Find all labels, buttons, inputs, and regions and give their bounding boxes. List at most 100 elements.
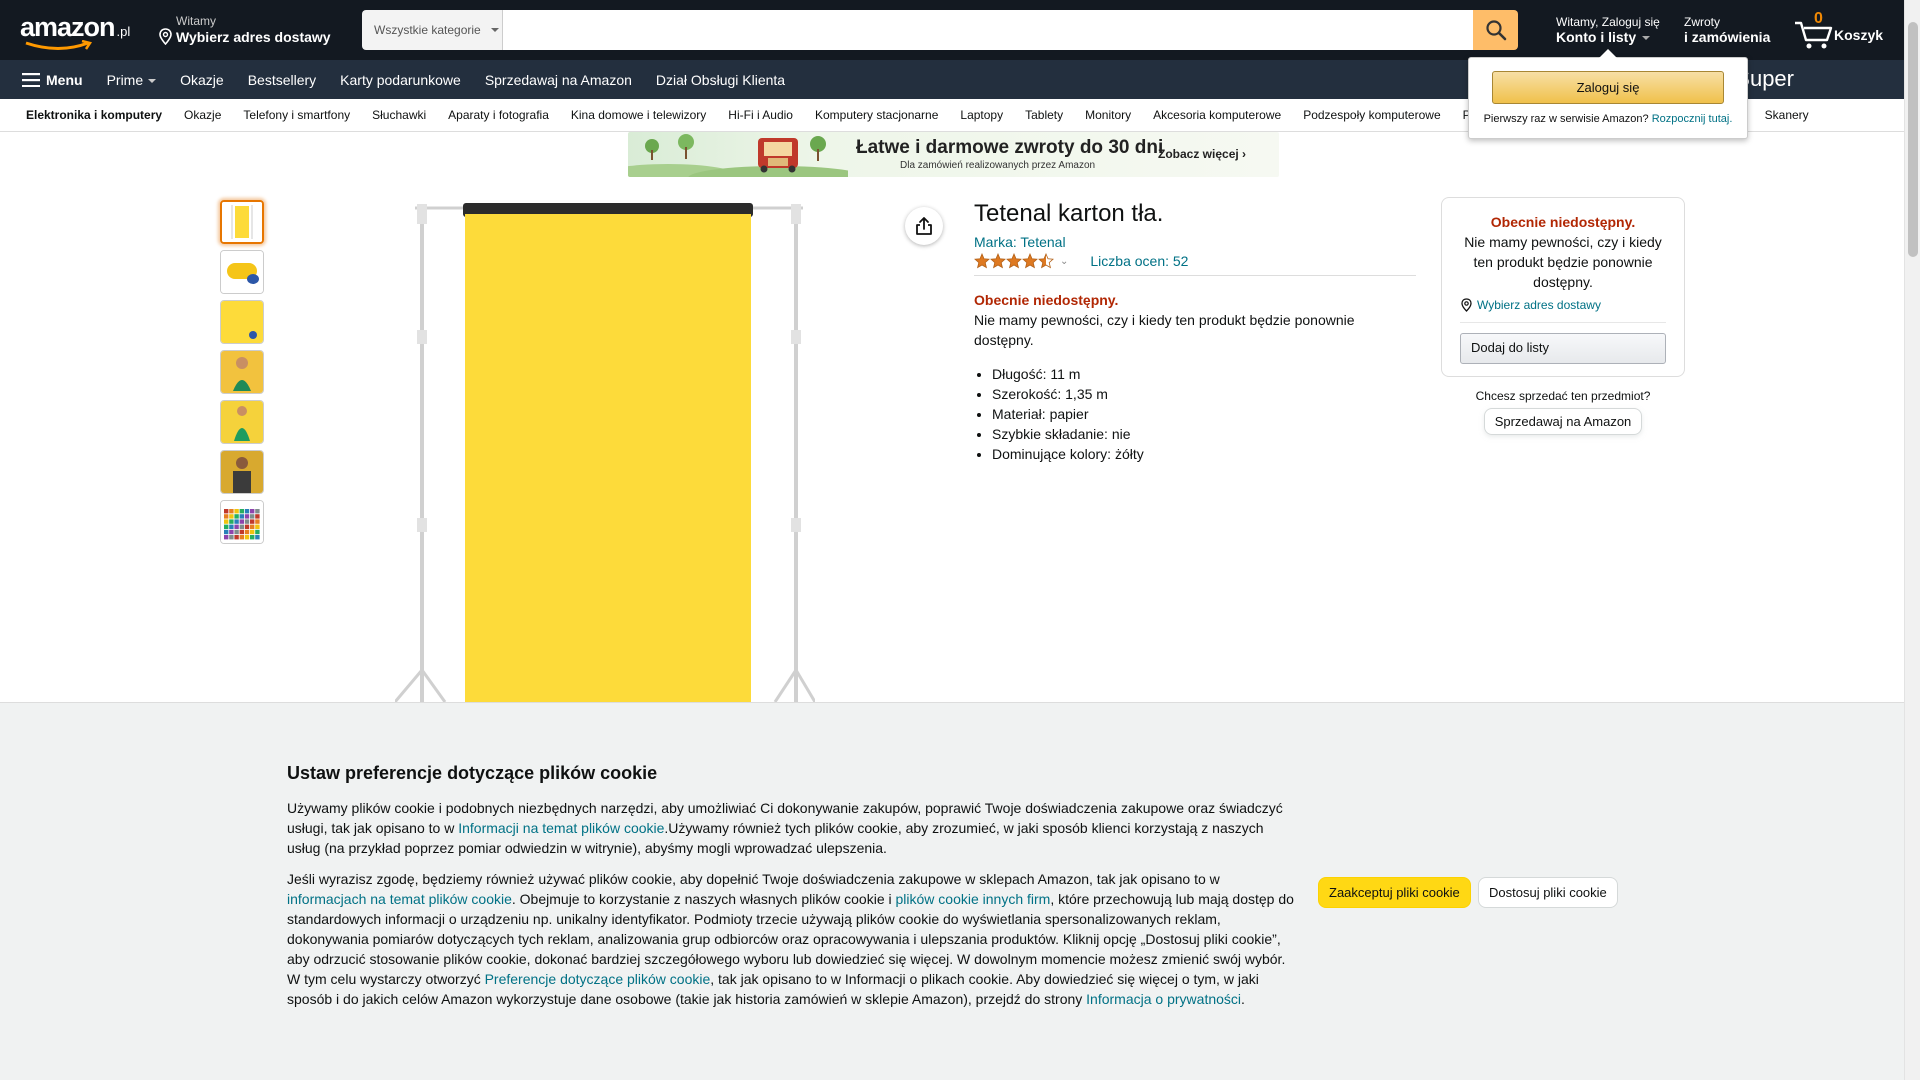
- amazon-logo[interactable]: amazon .pl: [20, 12, 138, 50]
- subnav-tablets[interactable]: Tablety: [1025, 108, 1063, 122]
- thumbnail-1[interactable]: [220, 200, 264, 244]
- feature-bullet: Długość: 11 m: [992, 364, 1416, 384]
- paper-roll-thumb-icon: [221, 251, 263, 293]
- scrollbar-thumb[interactable]: [1908, 22, 1918, 257]
- select-address-link[interactable]: Wybierz adres dostawy: [1477, 298, 1601, 312]
- cookie-title: Ustaw preferencje dotyczące plików cooki…: [287, 763, 658, 783]
- cookie-consent: Ustaw preferencje dotyczące plików cooki…: [0, 702, 1904, 1080]
- customize-cookies-button[interactable]: Dostosuj pliki cookie: [1478, 877, 1618, 908]
- buybox-availability: Obecnie niedostępny.: [1490, 214, 1636, 230]
- accept-cookies-button[interactable]: Zaakceptuj pliki cookie: [1318, 877, 1471, 908]
- star-icon: [990, 253, 1006, 269]
- subnav-home-cinema[interactable]: Kina domowe i telewizory: [571, 108, 706, 122]
- banner-subline: Dla zamówień realizowanych przez Amazon: [900, 160, 1096, 171]
- nav-prime[interactable]: Prime: [107, 72, 157, 88]
- share-icon: [916, 217, 932, 235]
- share-button[interactable]: [905, 207, 943, 245]
- model-thumb-icon: [221, 351, 263, 393]
- yellow-swatch-thumb-icon: [221, 301, 263, 343]
- search-icon: [1485, 20, 1506, 41]
- main-product-image[interactable]: [393, 200, 817, 703]
- feature-bullet: Materiał: papier: [992, 404, 1416, 424]
- subnav-hifi[interactable]: Hi-Fi i Audio: [728, 108, 793, 122]
- subnav-accessories[interactable]: Akcesoria komputerowe: [1153, 108, 1281, 122]
- star-icon: [974, 253, 990, 269]
- nav-customer-service[interactable]: Dział Obsługi Klienta: [656, 72, 785, 88]
- privacy-notice-link[interactable]: Informacja o prywatności: [1086, 991, 1241, 1007]
- location-pin-icon: [1461, 298, 1472, 312]
- buybox-address[interactable]: Wybierz adres dostawy: [1460, 298, 1666, 323]
- feature-bullets: Długość: 11 m Szerokość: 1,35 m Materiał…: [974, 364, 1416, 464]
- subnav-headphones[interactable]: Słuchawki: [372, 108, 426, 122]
- cart-label: Koszyk: [1834, 27, 1884, 43]
- subnav-desktops[interactable]: Komputery stacjonarne: [815, 108, 938, 122]
- subnav-laptops[interactable]: Laptopy: [960, 108, 1003, 122]
- search-category-dropdown[interactable]: Wszystkie kategorie: [362, 10, 503, 50]
- smile-logo-icon: [25, 40, 93, 50]
- subnav-phones[interactable]: Telefony i smartfony: [243, 108, 350, 122]
- buybox-availability-text: Nie mamy pewności, czy i kiedy ten produ…: [1464, 234, 1662, 290]
- cookie-info-link-2[interactable]: informacjach na temat plików cookie: [287, 891, 512, 907]
- page-scrollbar[interactable]: [1904, 0, 1920, 1080]
- subnav-monitors[interactable]: Monitory: [1085, 108, 1131, 122]
- add-to-list-button[interactable]: Dodaj do listy: [1460, 333, 1666, 364]
- thumbnail-4[interactable]: [220, 350, 264, 394]
- third-party-cookies-link[interactable]: plików cookie innych firm: [896, 891, 1051, 907]
- image-thumbnails: [220, 200, 264, 550]
- start-here-link[interactable]: Rozpocznij tutaj.: [1652, 113, 1733, 125]
- search-bar: Wszystkie kategorie: [362, 10, 1518, 50]
- subnav-electronics[interactable]: Elektronika i komputery: [26, 108, 162, 122]
- cookie-info-link[interactable]: Informacji na temat plików cookie: [458, 820, 664, 836]
- thumbnail-5[interactable]: [220, 400, 264, 444]
- ratings-count-link[interactable]: Liczba ocen: 52: [1090, 253, 1188, 269]
- backdrop-stand-image: [393, 203, 817, 703]
- cookie-text-block: Ustaw preferencje dotyczące plików cooki…: [287, 763, 1297, 1020]
- thumbnail-3[interactable]: [220, 300, 264, 344]
- search-input[interactable]: [503, 10, 1473, 50]
- thumbnail-2[interactable]: [220, 250, 264, 294]
- feature-bullet: Szybkie składanie: nie: [992, 424, 1416, 444]
- nav-bestsellers[interactable]: Bestsellery: [248, 72, 316, 88]
- thumbnail-6[interactable]: [220, 450, 264, 494]
- location-pin-icon: [159, 28, 172, 45]
- nav-sell[interactable]: Sprzedawaj na Amazon: [485, 72, 632, 88]
- feature-bullet: Szerokość: 1,35 m: [992, 384, 1416, 404]
- delivery-address[interactable]: Witamy Wybierz adres dostawy: [158, 14, 331, 45]
- availability-text: Nie mamy pewności, czy i kiedy ten produ…: [974, 312, 1355, 348]
- nav-gift-cards[interactable]: Karty podarunkowe: [340, 72, 461, 88]
- cart-button[interactable]: 0 Koszyk: [1794, 10, 1890, 50]
- brand-link[interactable]: Marka: Tetenal: [974, 234, 1066, 250]
- signin-flyout: Zaloguj się Pierwszy raz w serwisie Amaz…: [1468, 49, 1748, 139]
- star-icon: [1022, 253, 1038, 269]
- chevron-down-icon[interactable]: ⌄: [1060, 256, 1068, 267]
- returns-banner[interactable]: Łatwe i darmowe zwroty do 30 dni Dla zam…: [628, 132, 1279, 177]
- hamburger-icon: [22, 72, 40, 87]
- star-rating[interactable]: [974, 253, 1054, 269]
- cookie-preferences-link[interactable]: Preferencje dotyczące plików cookie: [485, 971, 711, 987]
- hamburger-menu[interactable]: Menu: [22, 72, 83, 88]
- banner-cta[interactable]: Zobacz więcej ›: [1158, 147, 1246, 161]
- new-customer-text: Pierwszy raz w serwisie Amazon? Rozpoczn…: [1483, 113, 1733, 125]
- banner-illustration-icon: [628, 134, 848, 177]
- signin-button[interactable]: Zaloguj się: [1492, 71, 1724, 104]
- model-dress-thumb-icon: [221, 401, 263, 443]
- man-thumb-icon: [221, 451, 263, 493]
- star-icon: [1006, 253, 1022, 269]
- search-button[interactable]: [1473, 10, 1518, 50]
- subnav-components[interactable]: Podzespoły komputerowe: [1303, 108, 1440, 122]
- cart-count: 0: [1814, 10, 1823, 27]
- subnav-scanners[interactable]: Skanery: [1765, 108, 1809, 122]
- subnav-deals[interactable]: Okazje: [184, 108, 221, 122]
- color-chart-thumb-icon: [221, 501, 263, 543]
- backdrop-thumb-icon: [222, 202, 262, 242]
- availability-status: Obecnie niedostępny.: [974, 292, 1119, 308]
- rating-row: ⌄ Liczba ocen: 52: [974, 253, 1416, 276]
- thumbnail-7[interactable]: [220, 500, 264, 544]
- top-header: amazon .pl Witamy Wybierz adres dostawy W…: [0, 0, 1904, 60]
- sell-on-amazon-button[interactable]: Sprzedawaj na Amazon: [1483, 408, 1643, 435]
- nav-deals[interactable]: Okazje: [180, 72, 224, 88]
- returns-and-orders[interactable]: Zwroty i zamówienia: [1684, 15, 1770, 45]
- subnav-cameras[interactable]: Aparaty i fotografia: [448, 108, 549, 122]
- cookie-paragraph-2: Jeśli wyrazisz zgodę, będziemy również u…: [287, 871, 1294, 1007]
- account-and-lists[interactable]: Witamy, Zaloguj się Konto i listy: [1556, 15, 1660, 45]
